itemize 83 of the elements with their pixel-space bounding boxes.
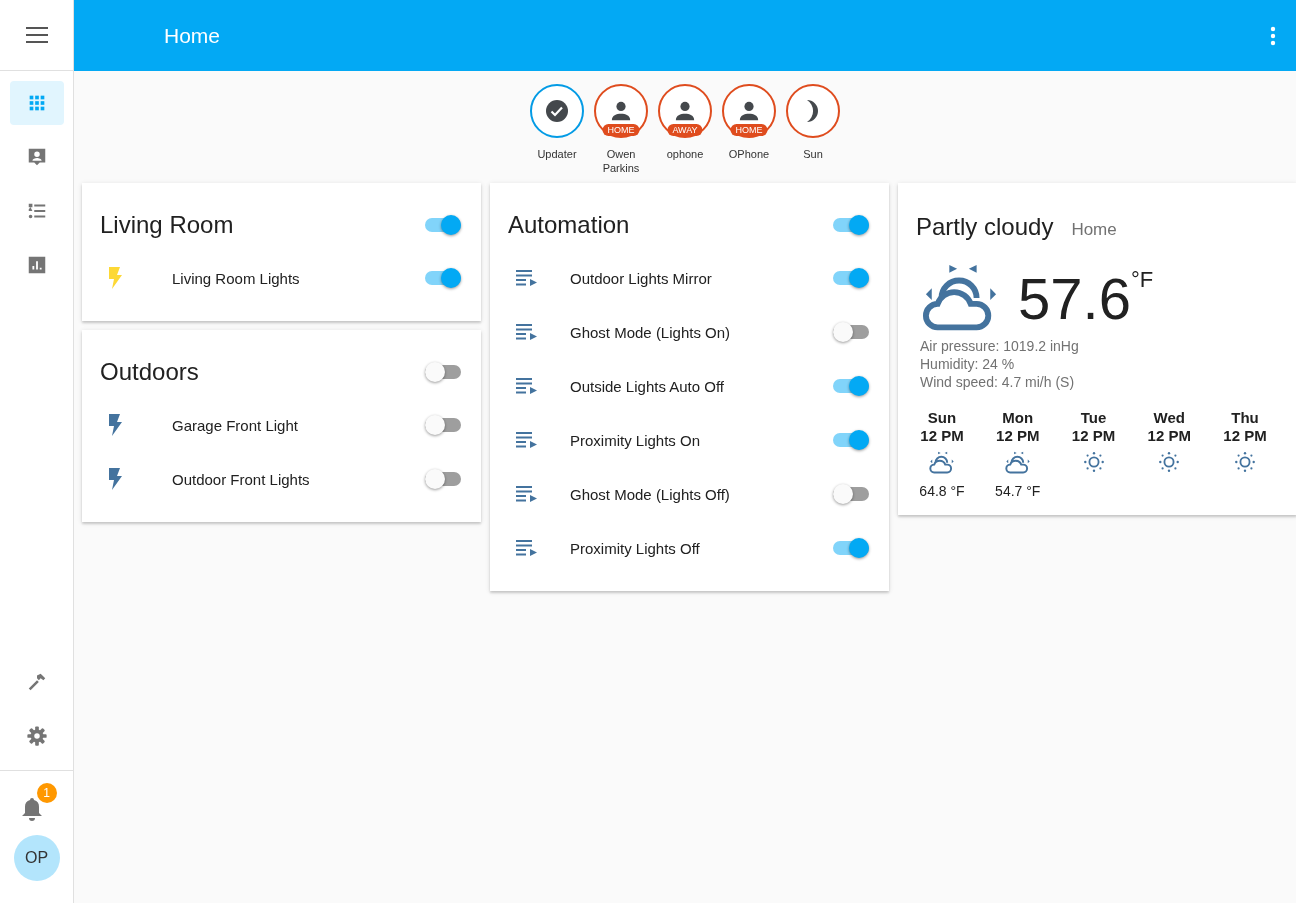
toggle-switch[interactable] bbox=[833, 325, 869, 339]
weather-detail: Wind speed: 4.7 mi/h (S) bbox=[920, 373, 1076, 392]
page-title: Home bbox=[164, 23, 222, 48]
weather-location: Home bbox=[1071, 220, 1117, 240]
entity-badge[interactable] bbox=[786, 84, 840, 138]
partly-cloudy-icon bbox=[929, 451, 955, 475]
forecast-day: Tue bbox=[1080, 409, 1107, 428]
forecast-day: Thu bbox=[1231, 409, 1259, 428]
forecast-time: 12 PM bbox=[1147, 427, 1191, 446]
toggle-switch[interactable] bbox=[425, 365, 461, 379]
state-label: HOME bbox=[730, 124, 768, 136]
card-title: Outdoors bbox=[100, 358, 199, 386]
forecast-time: 12 PM bbox=[920, 427, 964, 446]
entity-badge[interactable]: AWAY bbox=[658, 84, 712, 138]
menu-icon[interactable] bbox=[25, 27, 48, 43]
partly-cloudy-icon bbox=[1004, 451, 1031, 475]
badge-label: OPhone bbox=[728, 147, 770, 161]
card-title: Automation bbox=[508, 211, 630, 239]
weather-detail: Air pressure: 1019.2 inHg bbox=[920, 337, 1080, 356]
entity-name: Outdoor Lights Mirror bbox=[570, 269, 713, 287]
bell-icon bbox=[20, 797, 43, 821]
forecast-temperature: 64.8 °F bbox=[919, 482, 965, 499]
toggle-switch[interactable] bbox=[833, 433, 869, 447]
weather-detail: Humidity: 24 % bbox=[920, 355, 1016, 374]
entity-name: Ghost Mode (Lights Off) bbox=[570, 485, 731, 503]
playlist-icon bbox=[516, 270, 538, 286]
forecast-time: 12 PM bbox=[1223, 427, 1267, 446]
settings-icon bbox=[25, 725, 48, 747]
playlist-icon bbox=[516, 432, 538, 448]
toggle-switch[interactable] bbox=[833, 541, 869, 555]
forecast-day: Mon bbox=[1002, 409, 1034, 428]
toggle-switch[interactable] bbox=[425, 472, 461, 486]
entity-name: Proximity Lights On bbox=[570, 431, 702, 449]
user-avatar[interactable]: OP bbox=[13, 835, 60, 881]
entity-badge[interactable]: HOME bbox=[594, 84, 648, 138]
state-label: AWAY bbox=[667, 124, 703, 136]
badge-label: Owen Parkins bbox=[601, 147, 641, 175]
check-icon bbox=[545, 99, 569, 123]
lightning-icon bbox=[108, 468, 122, 490]
sun-icon bbox=[1082, 451, 1105, 474]
person-icon bbox=[674, 100, 696, 122]
person-icon bbox=[738, 100, 760, 122]
toggle-switch[interactable] bbox=[425, 218, 461, 232]
sun-icon bbox=[1158, 451, 1181, 474]
playlist-icon bbox=[516, 486, 538, 502]
forecast-day: Wed bbox=[1153, 409, 1185, 428]
toggle-switch[interactable] bbox=[833, 379, 869, 393]
entity-badge[interactable] bbox=[530, 84, 584, 138]
badge-label: Updater bbox=[537, 147, 577, 161]
toggle-switch[interactable] bbox=[833, 218, 869, 232]
person-icon bbox=[610, 100, 632, 122]
forecast-time: 12 PM bbox=[1071, 427, 1116, 446]
forecast-time: 12 PM bbox=[996, 427, 1040, 446]
more-icon[interactable] bbox=[1270, 25, 1276, 46]
badge-label: ophone bbox=[666, 147, 704, 161]
state-label: HOME bbox=[602, 124, 640, 136]
temperature-unit: °F bbox=[1130, 267, 1154, 293]
entity-name: Living Room Lights bbox=[172, 269, 301, 287]
lightning-icon bbox=[108, 414, 122, 436]
toggle-switch[interactable] bbox=[425, 271, 461, 285]
toggle-switch[interactable] bbox=[425, 418, 461, 432]
entity-name: Outdoor Front Lights bbox=[172, 470, 311, 488]
entity-name: Proximity Lights Off bbox=[570, 539, 701, 557]
playlist-icon bbox=[516, 378, 538, 394]
weather-condition: Partly cloudy bbox=[916, 213, 1054, 241]
sidebar-item[interactable] bbox=[9, 81, 64, 125]
notifications-button[interactable]: 1 bbox=[16, 783, 57, 821]
forecast-temperature: 54.7 °F bbox=[995, 482, 1041, 499]
forecast-day: Sun bbox=[927, 409, 957, 428]
entity-name: Outside Lights Auto Off bbox=[570, 377, 725, 395]
lightning-icon bbox=[108, 267, 122, 289]
temperature: 57.6 bbox=[1018, 264, 1131, 332]
entity-badge[interactable]: HOME bbox=[722, 84, 776, 138]
sun-icon bbox=[1234, 451, 1256, 474]
entity-name: Ghost Mode (Lights On) bbox=[570, 323, 732, 341]
card-title: Living Room bbox=[100, 211, 234, 239]
playlist-icon bbox=[516, 540, 538, 556]
playlist-icon bbox=[516, 324, 538, 340]
toggle-switch[interactable] bbox=[833, 487, 869, 501]
notification-count: 1 bbox=[36, 783, 57, 803]
entity-name: Garage Front Light bbox=[172, 416, 299, 434]
badge-label: Sun bbox=[803, 147, 823, 161]
toggle-switch[interactable] bbox=[833, 271, 869, 285]
